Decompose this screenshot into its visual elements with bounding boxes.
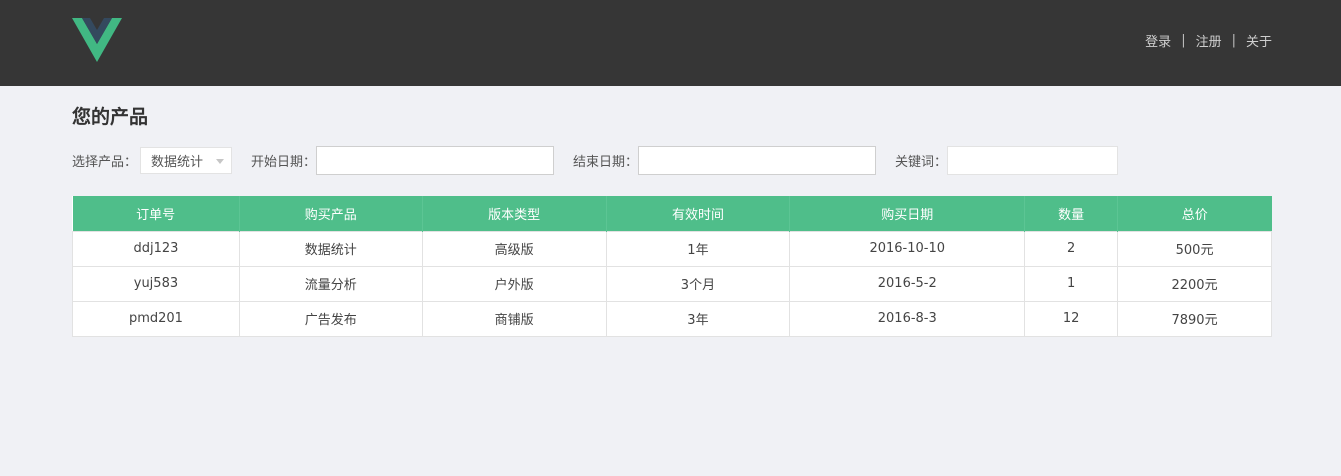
keyword-label: 关键词： bbox=[895, 155, 948, 170]
cell-quantity: 2 bbox=[1024, 230, 1119, 267]
cell-product: 数据统计 bbox=[238, 230, 423, 267]
top-header: 登录 | 注册 | 关于 bbox=[0, 0, 1341, 86]
table-row[interactable]: ddj123 数据统计 高级版 1年 2016-10-10 2 500元 bbox=[72, 230, 1272, 267]
start-date-input[interactable] bbox=[316, 146, 555, 175]
vue-logo-icon[interactable] bbox=[72, 18, 122, 62]
table-row[interactable]: yuj583 流量分析 户外版 3个月 2016-5-2 1 2200元 bbox=[72, 265, 1272, 302]
nav-about[interactable]: 关于 bbox=[1246, 31, 1272, 50]
end-date-input[interactable] bbox=[638, 146, 877, 175]
cell-product: 流量分析 bbox=[238, 265, 423, 302]
cell-order-id: yuj583 bbox=[72, 265, 240, 302]
header-nav: 登录 | 注册 | 关于 bbox=[1145, 31, 1272, 50]
cell-version: 商铺版 bbox=[421, 300, 607, 337]
product-label: 选择产品： bbox=[72, 155, 138, 170]
cell-order-id: pmd201 bbox=[72, 300, 240, 337]
col-header-duration[interactable]: 有效时间 bbox=[606, 196, 791, 231]
cell-total: 2200元 bbox=[1117, 265, 1272, 302]
chevron-down-icon bbox=[216, 159, 225, 164]
cell-purchase-date: 2016-5-2 bbox=[789, 265, 1026, 302]
end-date-label: 结束日期： bbox=[573, 155, 639, 170]
cell-quantity: 1 bbox=[1024, 265, 1119, 302]
nav-separator: | bbox=[1181, 33, 1186, 48]
page-title: 您的产品 bbox=[72, 106, 149, 128]
col-header-product[interactable]: 购买产品 bbox=[239, 196, 423, 231]
start-date-label: 开始日期： bbox=[251, 155, 317, 170]
nav-login[interactable]: 登录 bbox=[1145, 31, 1171, 50]
cell-version: 户外版 bbox=[421, 265, 607, 302]
col-header-total[interactable]: 总价 bbox=[1118, 196, 1272, 231]
cell-total: 7890元 bbox=[1117, 300, 1272, 337]
col-header-purchase-date[interactable]: 购买日期 bbox=[789, 196, 1026, 231]
product-select[interactable]: 数据统计 bbox=[140, 147, 233, 174]
nav-separator: | bbox=[1231, 33, 1236, 48]
cell-duration: 3个月 bbox=[605, 265, 791, 302]
col-header-quantity[interactable]: 数量 bbox=[1024, 196, 1119, 231]
product-select-value: 数据统计 bbox=[151, 155, 204, 170]
col-header-version[interactable]: 版本类型 bbox=[422, 196, 607, 231]
table-header-row: 订单号 购买产品 版本类型 有效时间 购买日期 数量 总价 bbox=[72, 196, 1272, 231]
cell-product: 广告发布 bbox=[238, 300, 423, 337]
orders-table: 订单号 购买产品 版本类型 有效时间 购买日期 数量 总价 ddj123 数据统… bbox=[72, 196, 1272, 337]
cell-total: 500元 bbox=[1117, 230, 1272, 267]
table-row[interactable]: pmd201 广告发布 商铺版 3年 2016-8-3 12 7890元 bbox=[72, 300, 1272, 337]
col-header-order-id[interactable]: 订单号 bbox=[72, 196, 240, 231]
filter-bar: 选择产品： 数据统计 开始日期： 结束日期： 关键词： bbox=[72, 146, 1272, 175]
cell-purchase-date: 2016-10-10 bbox=[789, 230, 1026, 267]
keyword-input[interactable] bbox=[947, 146, 1119, 175]
cell-quantity: 12 bbox=[1024, 300, 1119, 337]
nav-register[interactable]: 注册 bbox=[1196, 31, 1222, 50]
cell-order-id: ddj123 bbox=[72, 230, 240, 267]
cell-purchase-date: 2016-8-3 bbox=[789, 300, 1026, 337]
cell-version: 高级版 bbox=[421, 230, 607, 267]
main-content: 您的产品 选择产品： 数据统计 开始日期： 结束日期： 关键词： 订单号 购买产… bbox=[0, 105, 1341, 337]
cell-duration: 1年 bbox=[605, 230, 791, 267]
cell-duration: 3年 bbox=[605, 300, 791, 337]
